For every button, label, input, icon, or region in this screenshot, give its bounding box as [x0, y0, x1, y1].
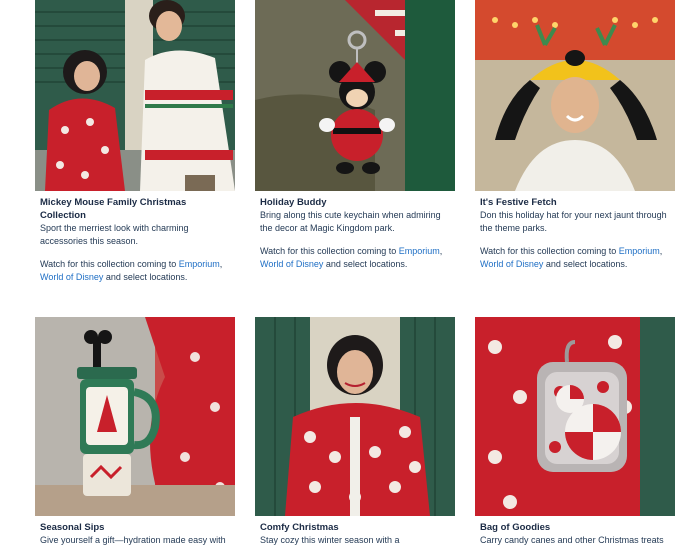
card-availability-note: Watch for this collection coming to Empo… — [260, 245, 450, 271]
emporium-link[interactable]: Emporium — [619, 246, 660, 256]
note-prefix: Watch for this collection coming to — [260, 246, 399, 256]
card-availability-note: Watch for this collection coming to Empo… — [480, 245, 670, 271]
product-card-seasonal-sips: Seasonal Sips Give yourself a gift—hydra… — [35, 317, 235, 547]
card-title: Comfy Christmas — [260, 522, 339, 533]
card-description: Bring along this cute keychain when admi… — [260, 210, 441, 233]
product-photo-comfy-christmas[interactable] — [255, 317, 455, 516]
note-comma: , — [659, 246, 663, 256]
card-title: Seasonal Sips — [40, 522, 105, 533]
note-prefix: Watch for this collection coming to — [480, 246, 619, 256]
product-photo-mickey-family[interactable] — [35, 0, 235, 191]
note-prefix: Watch for this collection coming to — [40, 259, 179, 269]
card-description: Carry candy canes and other Christmas tr… — [480, 535, 664, 545]
note-comma: , — [439, 246, 443, 256]
photo-couple-sweaters — [35, 0, 235, 191]
emporium-link[interactable]: Emporium — [179, 259, 220, 269]
product-card-holiday-buddy: Holiday Buddy Bring along this cute keyc… — [255, 0, 455, 271]
world-of-disney-link[interactable]: World of Disney — [260, 259, 323, 269]
product-card-bag-of-goodies: Bag of Goodies Carry candy canes and oth… — [475, 317, 675, 547]
note-suffix: and select locations. — [543, 259, 628, 269]
photo-woman-sherpa-jacket — [255, 317, 455, 516]
photo-keychain-plush — [255, 0, 455, 191]
card-title: Holiday Buddy — [260, 197, 327, 208]
card-availability-note: Watch for this collection coming to Empo… — [40, 258, 230, 284]
product-card-mickey-family: Mickey Mouse Family Christmas Collection… — [35, 0, 235, 284]
product-photo-holiday-buddy[interactable] — [255, 0, 455, 191]
photo-man-pluto-hat — [475, 0, 675, 191]
card-description: Don this holiday hat for your next jaunt… — [480, 210, 667, 233]
card-description: Give yourself a gift—hydration made easy… — [40, 535, 226, 545]
photo-tumbler — [35, 317, 235, 516]
world-of-disney-link[interactable]: World of Disney — [40, 272, 103, 282]
product-photo-seasonal-sips[interactable] — [35, 317, 235, 516]
product-photo-bag-of-goodies[interactable] — [475, 317, 675, 516]
product-photo-festive-fetch[interactable] — [475, 0, 675, 191]
collection-grid: Mickey Mouse Family Christmas Collection… — [0, 0, 700, 547]
card-title: Mickey Mouse Family Christmas Collection — [40, 197, 187, 221]
card-title: It's Festive Fetch — [480, 197, 557, 208]
card-description: Stay cozy this winter season with a — [260, 535, 400, 545]
note-suffix: and select locations. — [323, 259, 408, 269]
card-title: Bag of Goodies — [480, 522, 551, 533]
photo-candy-backpack — [475, 317, 675, 516]
world-of-disney-link[interactable]: World of Disney — [480, 259, 543, 269]
product-card-festive-fetch: It's Festive Fetch Don this holiday hat … — [475, 0, 675, 271]
card-description: Sport the merriest look with charming ac… — [40, 223, 189, 246]
emporium-link[interactable]: Emporium — [399, 246, 440, 256]
note-suffix: and select locations. — [103, 272, 188, 282]
product-card-comfy-christmas: Comfy Christmas Stay cozy this winter se… — [255, 317, 455, 547]
note-comma: , — [219, 259, 223, 269]
